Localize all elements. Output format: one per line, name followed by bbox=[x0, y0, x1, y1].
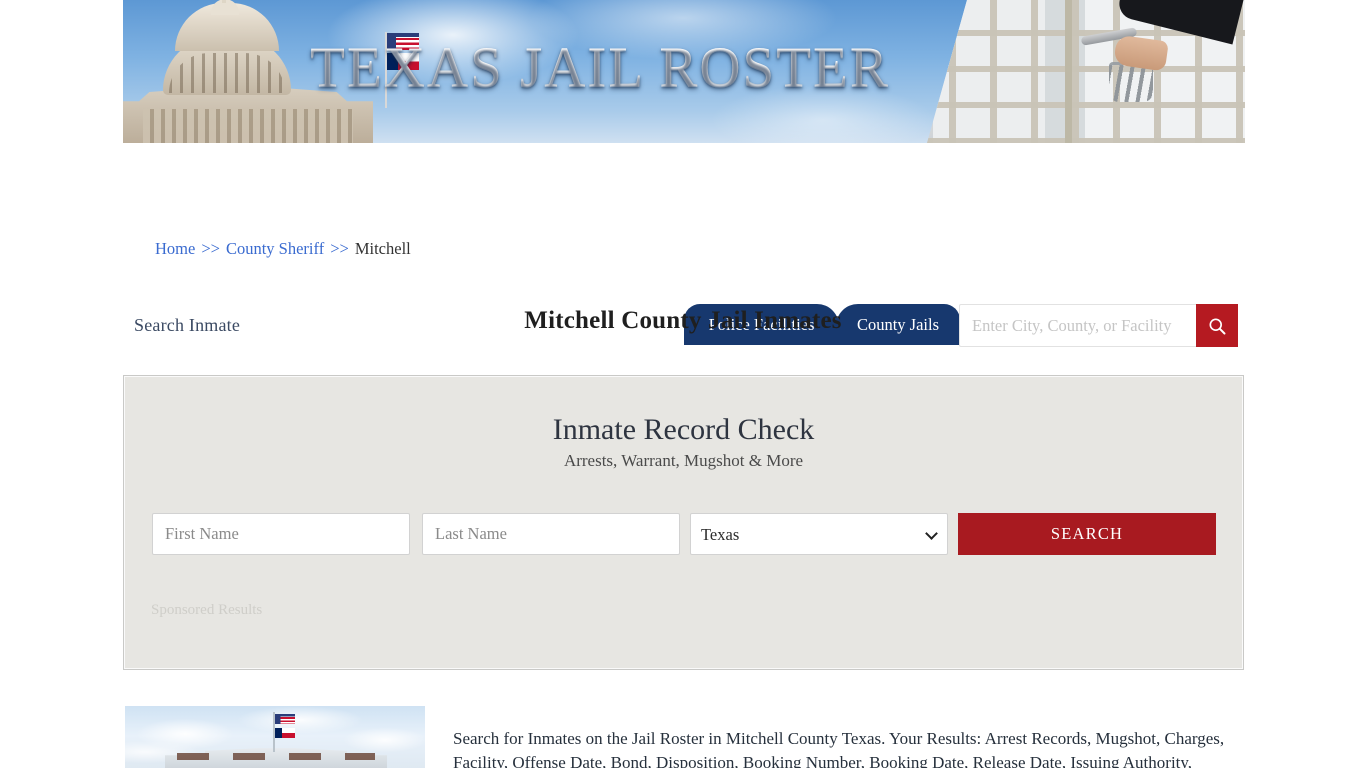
header-navbar: Search Inmate Police Facilities County J… bbox=[0, 143, 1366, 347]
breadcrumb-separator-2: >> bbox=[330, 239, 349, 258]
record-check-title: Inmate Record Check bbox=[552, 413, 815, 446]
thumbnail-us-flag-icon bbox=[275, 714, 295, 724]
record-check-search-button[interactable]: SEARCH bbox=[958, 513, 1216, 555]
last-name-input[interactable] bbox=[422, 513, 680, 555]
state-select[interactable]: Texas bbox=[690, 513, 948, 555]
capitol-colonnade bbox=[143, 109, 353, 143]
page-description: Search for Inmates on the Jail Roster in… bbox=[453, 729, 1225, 768]
sponsored-results-label: Sponsored Results bbox=[151, 602, 263, 618]
state-select-wrap: Texas bbox=[690, 513, 948, 555]
breadcrumb-current: Mitchell bbox=[354, 239, 411, 258]
first-name-input[interactable] bbox=[152, 513, 410, 555]
page-root: TEXAS JAIL ROSTER Search Inmate Police F… bbox=[0, 0, 1366, 768]
page-title: Mitchell County Jail Inmates bbox=[524, 306, 842, 334]
breadcrumb-county-sheriff-link[interactable]: County Sheriff bbox=[226, 239, 324, 258]
breadcrumb: Home >> County Sheriff >> Mitchell bbox=[155, 239, 411, 259]
record-check-subtitle: Arrests, Warrant, Mugshot & More bbox=[563, 451, 804, 470]
capitol-spire bbox=[222, 0, 226, 3]
breadcrumb-home-link[interactable]: Home bbox=[155, 239, 195, 258]
banner-title: TEXAS JAIL ROSTER bbox=[123, 39, 1245, 96]
thumbnail-building-windows bbox=[177, 753, 375, 760]
breadcrumb-separator-1: >> bbox=[201, 239, 220, 258]
record-check-form: Texas SEARCH bbox=[152, 513, 1216, 557]
jail-thumbnail-image[interactable] bbox=[125, 706, 425, 768]
inmate-record-check-panel: Inmate Record Check Arrests, Warrant, Mu… bbox=[123, 375, 1244, 670]
site-banner: TEXAS JAIL ROSTER bbox=[123, 0, 1245, 143]
thumbnail-texas-flag-icon bbox=[275, 728, 295, 738]
